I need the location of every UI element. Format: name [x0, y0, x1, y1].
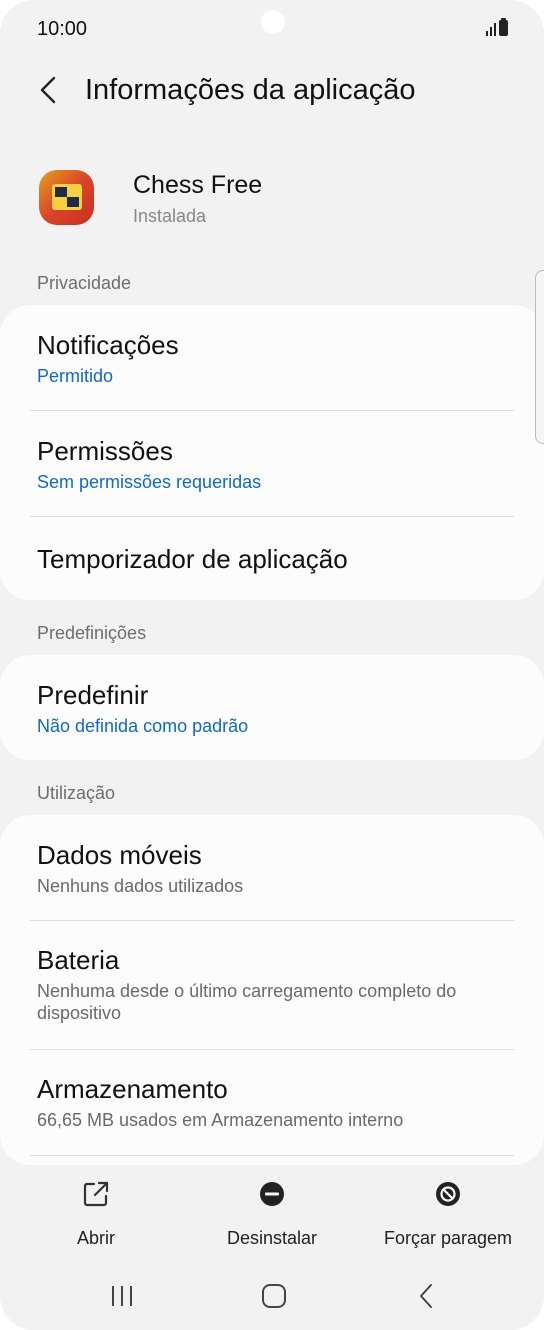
battery-title: Bateria — [37, 945, 120, 975]
app-install-status: Instalada — [133, 206, 207, 226]
notifications-item[interactable]: Notificações Permitido — [37, 329, 514, 387]
set-default-title: Predefinir — [37, 680, 149, 710]
open-label: Abrir — [76, 1228, 115, 1248]
status-icons — [486, 18, 508, 36]
page-title: Informações da aplicação — [85, 74, 416, 106]
recents-icon — [112, 1286, 132, 1306]
defaults-card: Predefinir Não definida como padrão — [0, 655, 544, 760]
storage-status: 66,65 MB usados em Armazenamento interno — [37, 1110, 404, 1130]
home-button[interactable] — [254, 1276, 294, 1316]
storage-item[interactable]: Armazenamento 66,65 MB usados em Armazen… — [37, 1073, 514, 1131]
nav-back-button[interactable] — [406, 1276, 446, 1316]
section-header-defaults: Predefinições — [37, 623, 147, 643]
notifications-status: Permitido — [37, 366, 114, 386]
section-header-privacy: Privacidade — [37, 273, 132, 293]
usage-card: Dados móveis Nenhuns dados utilizados Ba… — [0, 815, 544, 1165]
signal-icon — [486, 20, 496, 36]
status-bar: 10:00 — [0, 0, 544, 60]
chess-app-icon — [39, 170, 94, 225]
permissions-item[interactable]: Permissões Sem permissões requeridas — [37, 435, 514, 493]
uninstall-button[interactable]: Desinstalar — [192, 1176, 352, 1249]
open-external-icon — [83, 1181, 109, 1207]
mobile-data-title: Dados móveis — [37, 840, 202, 870]
privacy-card: Notificações Permitido Permissões Sem pe… — [0, 305, 544, 600]
permissions-status: Sem permissões requeridas — [37, 472, 262, 492]
chevron-left-icon — [40, 76, 56, 104]
battery-icon — [499, 18, 508, 36]
back-icon — [420, 1284, 432, 1308]
battery-item[interactable]: Bateria Nenhuma desde o último carregame… — [37, 944, 514, 1024]
remove-circle-icon — [260, 1182, 284, 1206]
divider — [30, 1049, 514, 1050]
divider — [30, 920, 514, 921]
uninstall-label: Desinstalar — [226, 1228, 318, 1248]
divider — [30, 410, 514, 411]
force-stop-label: Forçar paragem — [383, 1228, 513, 1248]
set-default-status: Não definida como padrão — [37, 716, 249, 736]
force-stop-button[interactable]: Forçar paragem — [368, 1176, 528, 1249]
app-name: Chess Free — [133, 171, 263, 199]
permissions-title: Permissões — [37, 436, 173, 466]
phone-screen: 10:00 Informações da aplicação Chess Fre… — [0, 0, 544, 1330]
app-timer-title: Temporizador de aplicação — [37, 544, 348, 574]
mobile-data-status: Nenhuns dados utilizados — [37, 876, 244, 896]
mobile-data-item[interactable]: Dados móveis Nenhuns dados utilizados — [37, 839, 514, 897]
block-icon — [436, 1182, 460, 1206]
battery-status: Nenhuma desde o último carregamento comp… — [37, 981, 457, 1023]
divider — [30, 1155, 514, 1156]
status-time: 10:00 — [37, 18, 88, 40]
section-header-usage: Utilização — [37, 783, 116, 803]
open-button[interactable]: Abrir — [16, 1176, 176, 1249]
divider — [30, 516, 514, 517]
app-timer-item[interactable]: Temporizador de aplicação — [37, 543, 514, 575]
scroll-handle[interactable] — [535, 270, 544, 444]
recents-button[interactable] — [102, 1276, 142, 1316]
home-icon — [262, 1284, 286, 1308]
set-default-item[interactable]: Predefinir Não definida como padrão — [37, 679, 514, 737]
back-button[interactable] — [30, 72, 66, 108]
notifications-title: Notificações — [37, 330, 179, 360]
front-camera — [261, 10, 285, 34]
storage-title: Armazenamento — [37, 1074, 228, 1104]
